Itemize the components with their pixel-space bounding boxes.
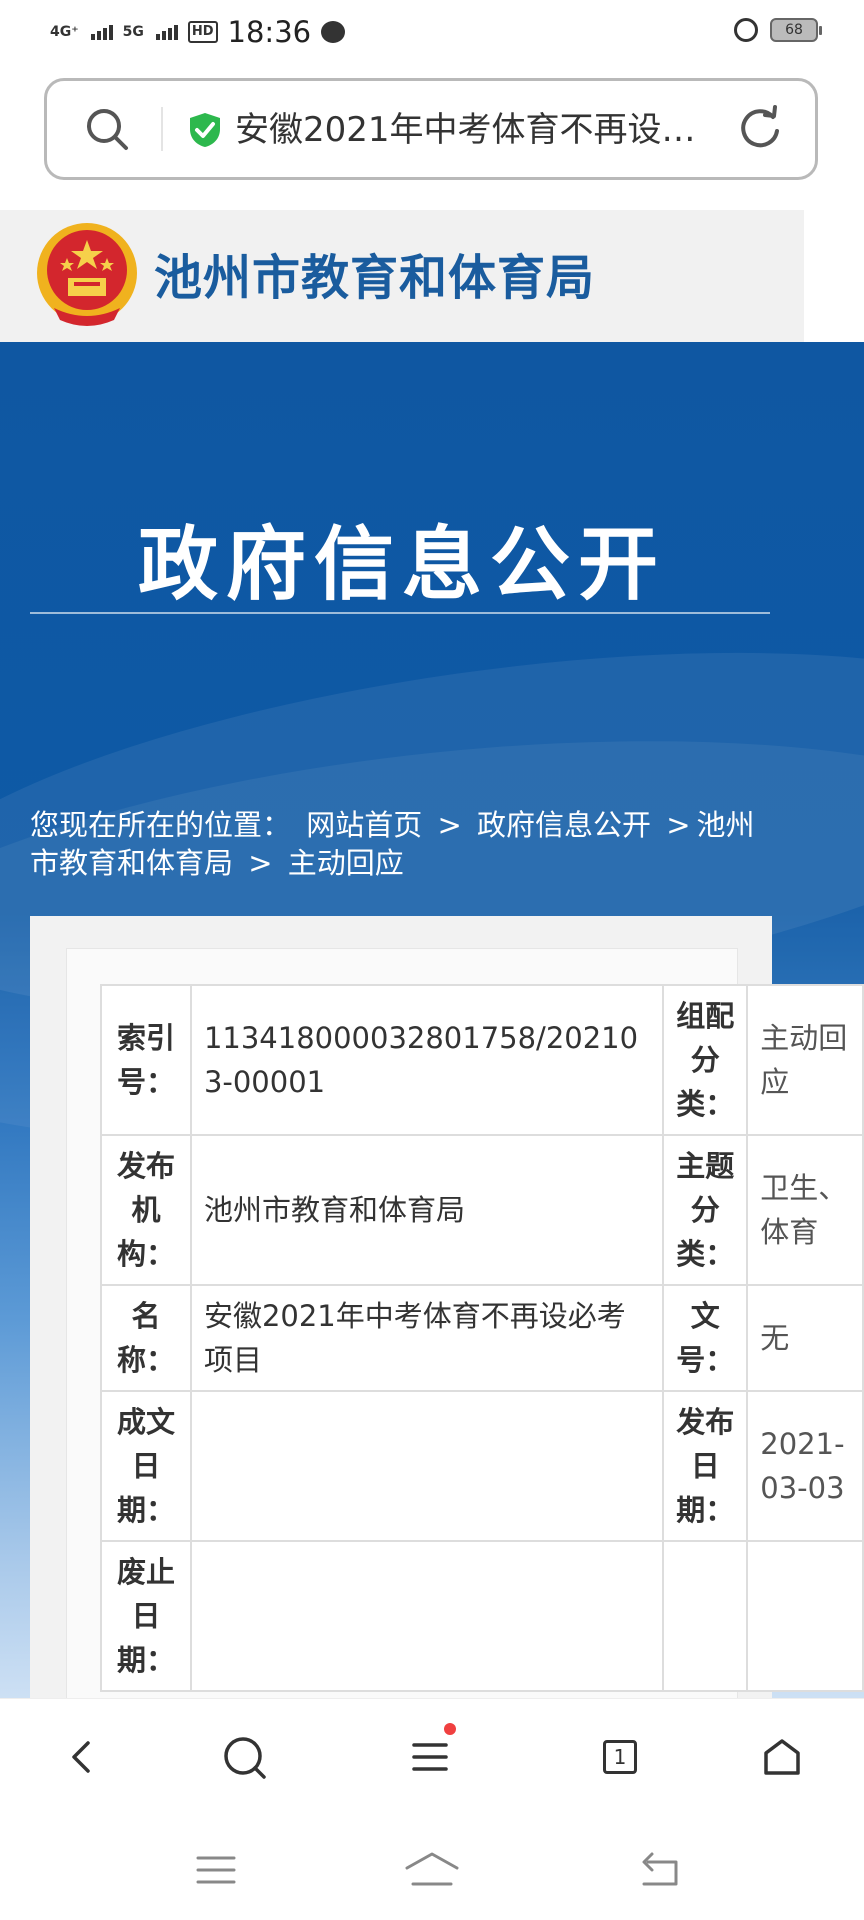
- label-empty: [662, 1540, 749, 1692]
- home-icon[interactable]: [403, 1850, 461, 1890]
- recent-apps-button[interactable]: [186, 1844, 246, 1896]
- table-row: 名称： 安徽2021年中考体育不再设必考项目 文号： 无: [100, 1284, 864, 1392]
- address-bar[interactable]: 安徽2021年中考体育不再设…: [44, 78, 818, 180]
- alarm-icon: [734, 18, 758, 42]
- page-title-in-address-bar[interactable]: 安徽2021年中考体育不再设…: [235, 103, 735, 157]
- search-icon[interactable]: [83, 105, 131, 153]
- value-name: 安徽2021年中考体育不再设必考项目: [189, 1284, 665, 1392]
- label-written-date: 成文日期：: [100, 1390, 192, 1542]
- signal-4g-label: 4G⁺: [50, 24, 79, 40]
- tabs-icon[interactable]: 1: [603, 1740, 637, 1774]
- table-row: 索引号： 11341800003280175​8/202103-00001 组配…: [100, 984, 864, 1136]
- value-empty: [746, 1540, 864, 1692]
- national-emblem-logo[interactable]: [34, 220, 140, 330]
- menu-icon[interactable]: [408, 1737, 452, 1777]
- table-row: 成文日期： 发布日期： 2021-03-03: [100, 1390, 864, 1542]
- back-icon[interactable]: [62, 1737, 102, 1777]
- breadcrumb-separator: >: [666, 808, 691, 842]
- info-table: 索引号： 11341800003280175​8/202103-00001 组配…: [100, 984, 864, 1692]
- status-time: 18:36: [227, 15, 312, 49]
- signal-icon: [90, 24, 113, 40]
- value-publish-date: 2021-03-03: [746, 1390, 864, 1542]
- value-repeal-date: [189, 1540, 665, 1692]
- browser-toolbar: 1: [0, 1698, 864, 1825]
- value-doc-number: 无: [746, 1284, 864, 1392]
- label-repeal-date: 废止日期：: [100, 1540, 192, 1692]
- back-button[interactable]: [52, 1727, 112, 1787]
- signal-icon-2: [155, 24, 178, 40]
- table-row: 废止日期：: [100, 1540, 864, 1692]
- menu-button[interactable]: [400, 1723, 460, 1787]
- breadcrumb-separator: >: [437, 808, 462, 842]
- label-publisher: 发布机构：: [100, 1134, 192, 1286]
- value-topic: 卫生、体育: [746, 1134, 864, 1286]
- system-nav-bar: [0, 1824, 864, 1920]
- label-index-number: 索引号：: [100, 984, 192, 1136]
- hd-badge: HD: [187, 21, 218, 43]
- address-divider: [161, 107, 163, 151]
- value-publisher: 池州市教育和体育局: [189, 1134, 665, 1286]
- home-icon[interactable]: [760, 1735, 804, 1779]
- banner-divider: [30, 612, 770, 614]
- label-name: 名称：: [100, 1284, 192, 1392]
- status-left: 4G⁺ 5G HD 18:36: [50, 12, 346, 52]
- status-bar: 4G⁺ 5G HD 18:36 68: [0, 0, 864, 66]
- system-home-button[interactable]: [402, 1844, 462, 1896]
- label-category: 组配分类：: [662, 984, 749, 1136]
- search-button[interactable]: [214, 1727, 274, 1787]
- system-back-button[interactable]: [630, 1844, 690, 1896]
- search-icon[interactable]: [221, 1734, 267, 1780]
- recent-apps-icon[interactable]: [194, 1850, 238, 1890]
- shield-check-icon: [190, 113, 220, 147]
- breadcrumb-item-home[interactable]: 网站首页: [306, 808, 422, 842]
- breadcrumb-item-gov-info[interactable]: 政府信息公开: [477, 808, 651, 842]
- label-doc-number: 文号：: [662, 1284, 749, 1392]
- site-title[interactable]: 池州市教育和体育局: [154, 238, 595, 308]
- reload-icon[interactable]: [735, 103, 785, 153]
- signal-5g-label: 5G: [122, 24, 144, 40]
- back-icon[interactable]: [636, 1850, 684, 1890]
- value-category: 主动回应: [746, 984, 864, 1136]
- site-header: 池州市教育和体育局: [0, 210, 804, 342]
- value-index-number: 11341800003280175​8/202103-00001: [189, 984, 665, 1136]
- banner-title: 政府信息公开: [138, 518, 666, 611]
- label-topic: 主题分类：: [662, 1134, 749, 1286]
- label-publish-date: 发布日期：: [662, 1390, 749, 1542]
- breadcrumb-item-active-response[interactable]: 主动回应: [288, 846, 404, 880]
- tabs-button[interactable]: 1: [590, 1727, 650, 1787]
- table-row: 发布机构： 池州市教育和体育局 主题分类： 卫生、体育: [100, 1134, 864, 1286]
- breadcrumb: 您现在所在的位置： 网站首页 > 政府信息公开 > 池州市教育和体育局 > 主动回…: [30, 806, 770, 882]
- chat-bubble-icon: [321, 21, 346, 43]
- notification-dot: [444, 1723, 456, 1735]
- battery-icon: 68: [770, 18, 822, 42]
- status-right: 68: [734, 18, 822, 42]
- breadcrumb-separator: >: [248, 846, 273, 880]
- home-button[interactable]: [752, 1727, 812, 1787]
- breadcrumb-prefix: 您现在所在的位置：: [30, 808, 292, 842]
- value-written-date: [189, 1390, 665, 1542]
